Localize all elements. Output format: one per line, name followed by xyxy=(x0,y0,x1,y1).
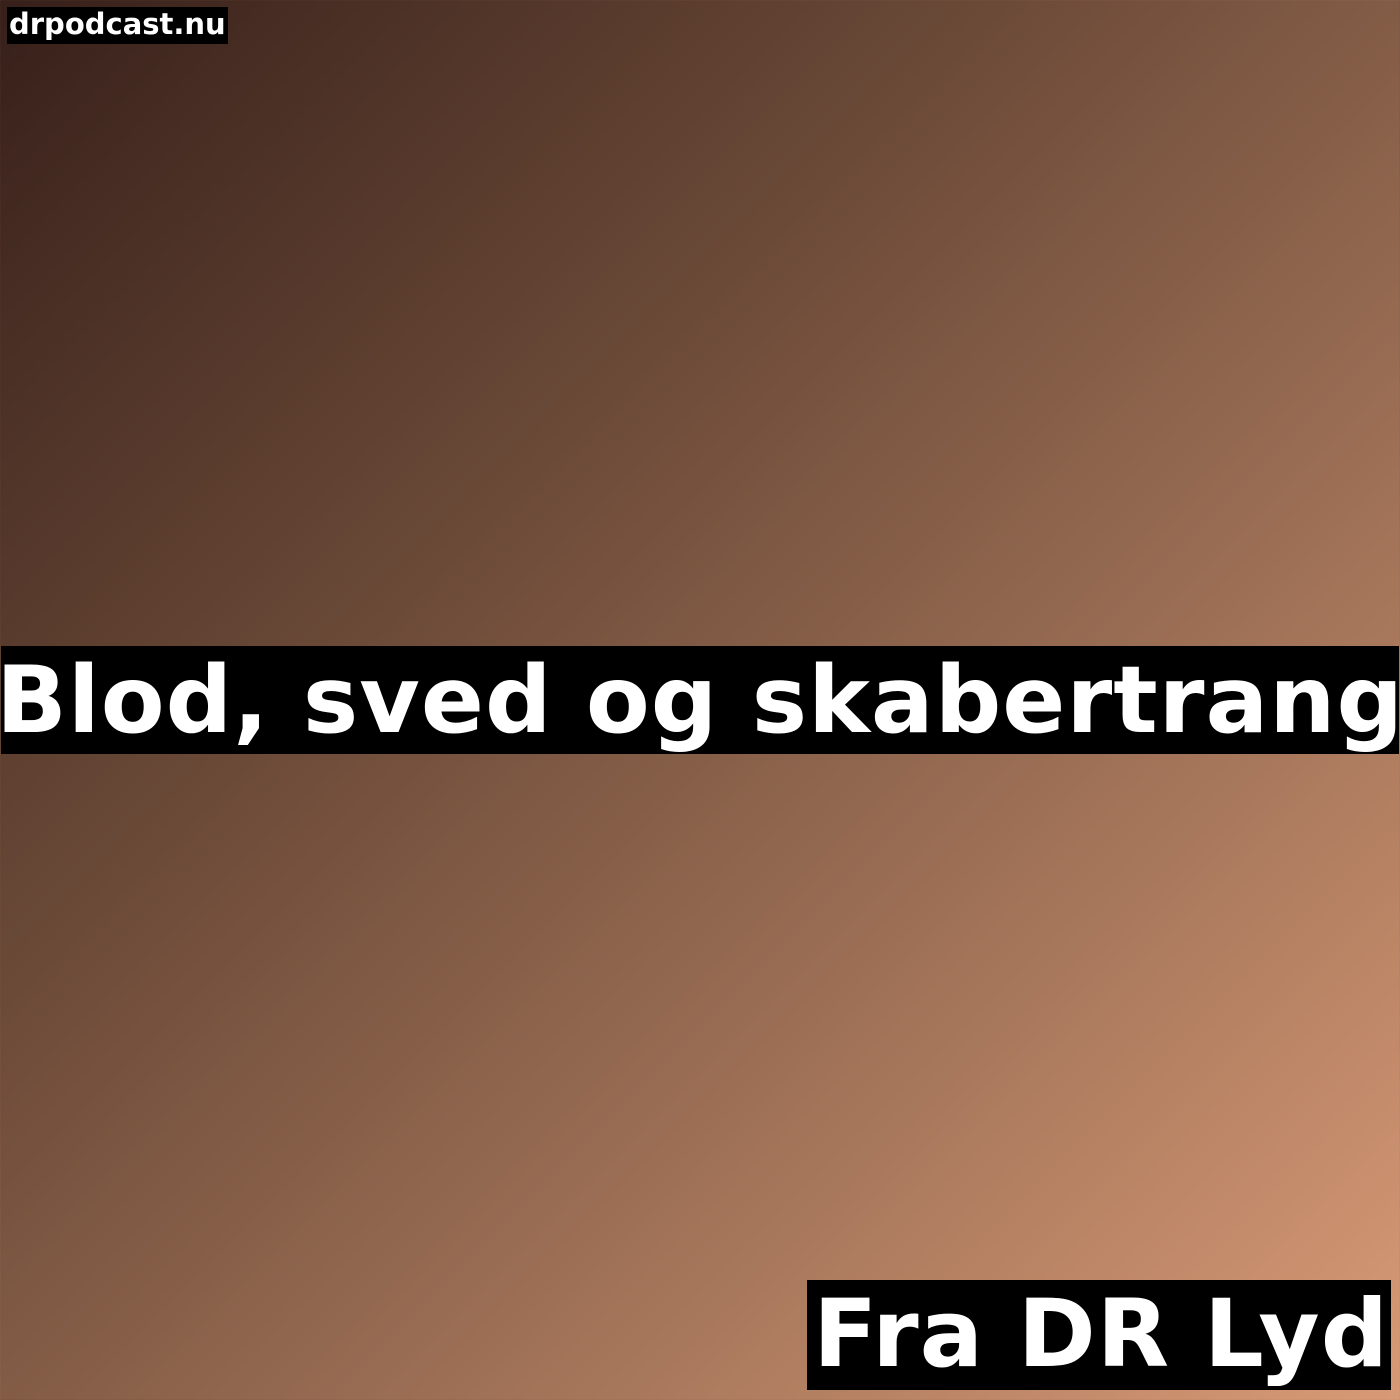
source-label: Fra DR Lyd xyxy=(807,1280,1391,1390)
site-label: drpodcast.nu xyxy=(7,7,228,44)
podcast-title: Blod, sved og skabertrang xyxy=(0,645,1400,754)
